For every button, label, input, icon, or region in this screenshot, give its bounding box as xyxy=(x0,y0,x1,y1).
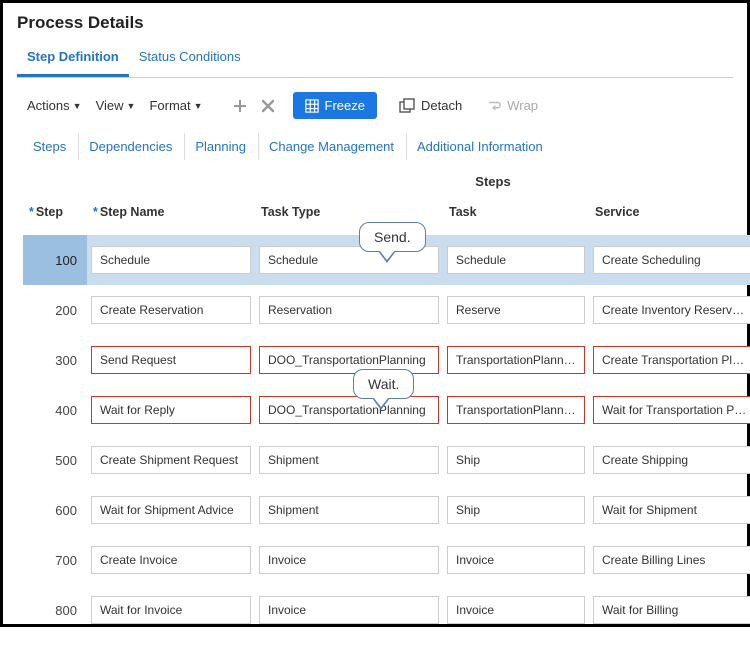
cell-service[interactable]: Create Scheduling xyxy=(593,246,750,274)
cell-service[interactable]: Wait for Billing xyxy=(593,596,750,624)
cell-step: 800 xyxy=(23,585,87,635)
add-button[interactable] xyxy=(229,95,251,117)
col-header-task[interactable]: Task xyxy=(443,193,589,235)
x-icon xyxy=(260,98,276,114)
tab-step-definition[interactable]: Step Definition xyxy=(17,41,129,77)
cell-service[interactable]: Wait for Shipment xyxy=(593,496,750,524)
cell-task[interactable]: Schedule xyxy=(447,246,585,274)
tab-status-conditions[interactable]: Status Conditions xyxy=(129,41,251,77)
table-row[interactable]: 200 Create Reservation Reservation Reser… xyxy=(23,285,750,335)
cell-task[interactable]: Reserve xyxy=(447,296,585,324)
cell-service[interactable]: Wait for Transportation Planning xyxy=(593,396,750,424)
cell-step-name[interactable]: Wait for Invoice xyxy=(91,596,251,624)
cell-step: 500 xyxy=(23,435,87,485)
freeze-label: Freeze xyxy=(325,98,365,113)
detach-icon xyxy=(399,98,415,114)
caret-down-icon: ▼ xyxy=(127,101,136,111)
view-label: View xyxy=(96,98,124,113)
cell-task[interactable]: TransportationPlanning xyxy=(447,396,585,424)
format-menu[interactable]: Format ▼ xyxy=(145,96,206,115)
cell-task[interactable]: Ship xyxy=(447,496,585,524)
cell-service[interactable]: Create Shipping xyxy=(593,446,750,474)
sub-tabs: Steps Dependencies Planning Change Manag… xyxy=(17,133,733,160)
view-menu[interactable]: View ▼ xyxy=(92,96,140,115)
detach-label: Detach xyxy=(421,98,462,113)
wrap-icon xyxy=(488,99,502,113)
table-row[interactable]: 700 Create Invoice Invoice Invoice Creat… xyxy=(23,535,750,585)
plus-icon xyxy=(232,98,248,114)
delete-button[interactable] xyxy=(257,95,279,117)
cell-step-name[interactable]: Wait for Reply xyxy=(91,396,251,424)
table-row[interactable]: 800 Wait for Invoice Invoice Invoice Wai… xyxy=(23,585,750,635)
subtab-additional-information[interactable]: Additional Information xyxy=(406,133,553,160)
grid-icon xyxy=(305,99,319,113)
wrap-button: Wrap xyxy=(482,94,544,117)
cell-task-type[interactable]: Invoice xyxy=(259,546,439,574)
cell-step-name[interactable]: Create Shipment Request xyxy=(91,446,251,474)
subtab-change-management[interactable]: Change Management xyxy=(258,133,404,160)
cell-task-type[interactable]: Shipment xyxy=(259,446,439,474)
cell-step: 200 xyxy=(23,285,87,335)
page-title: Process Details xyxy=(17,13,733,33)
cell-task-type[interactable]: Reservation xyxy=(259,296,439,324)
cell-step: 100 xyxy=(23,235,87,285)
caret-down-icon: ▼ xyxy=(73,101,82,111)
wrap-label: Wrap xyxy=(507,98,538,113)
cell-task-type[interactable]: Shipment xyxy=(259,496,439,524)
cell-service[interactable]: Create Billing Lines xyxy=(593,546,750,574)
col-header-service[interactable]: Service xyxy=(589,193,750,235)
cell-task[interactable]: Ship xyxy=(447,446,585,474)
cell-step: 300 xyxy=(23,335,87,385)
cell-step-name[interactable]: Wait for Shipment Advice xyxy=(91,496,251,524)
toolbar: Actions ▼ View ▼ Format ▼ Freeze Detach … xyxy=(17,92,733,119)
cell-service[interactable]: Create Inventory Reservation xyxy=(593,296,750,324)
cell-step-name[interactable]: Schedule xyxy=(91,246,251,274)
actions-label: Actions xyxy=(27,98,70,113)
subtab-steps[interactable]: Steps xyxy=(23,133,76,160)
main-tabs: Step Definition Status Conditions xyxy=(17,41,733,78)
column-group-header-steps: Steps xyxy=(253,170,733,193)
callout-send: Send. xyxy=(359,222,426,252)
cell-step-name[interactable]: Send Request xyxy=(91,346,251,374)
cell-task-type[interactable]: DOO_TransportationPlanning xyxy=(259,346,439,374)
cell-step: 400 xyxy=(23,385,87,435)
cell-task[interactable]: TransportationPlanning xyxy=(447,346,585,374)
col-header-step[interactable]: Step xyxy=(23,193,87,235)
cell-step: 700 xyxy=(23,535,87,585)
actions-menu[interactable]: Actions ▼ xyxy=(23,96,86,115)
callout-wait: Wait. xyxy=(353,369,414,399)
caret-down-icon: ▼ xyxy=(194,101,203,111)
freeze-button[interactable]: Freeze xyxy=(293,92,377,119)
cell-task-type[interactable]: Invoice xyxy=(259,596,439,624)
cell-task[interactable]: Invoice xyxy=(447,546,585,574)
cell-step-name[interactable]: Create Invoice xyxy=(91,546,251,574)
cell-step: 600 xyxy=(23,485,87,535)
col-header-step-name[interactable]: Step Name xyxy=(87,193,255,235)
cell-step-name[interactable]: Create Reservation xyxy=(91,296,251,324)
subtab-planning[interactable]: Planning xyxy=(184,133,256,160)
cell-task[interactable]: Invoice xyxy=(447,596,585,624)
detach-button[interactable]: Detach xyxy=(393,94,468,118)
cell-task-type[interactable]: DOO_TransportationPlanning xyxy=(259,396,439,424)
table-row[interactable]: 500 Create Shipment Request Shipment Shi… xyxy=(23,435,750,485)
cell-service[interactable]: Create Transportation Planning xyxy=(593,346,750,374)
table-row[interactable]: 600 Wait for Shipment Advice Shipment Sh… xyxy=(23,485,750,535)
format-label: Format xyxy=(149,98,190,113)
subtab-dependencies[interactable]: Dependencies xyxy=(78,133,182,160)
